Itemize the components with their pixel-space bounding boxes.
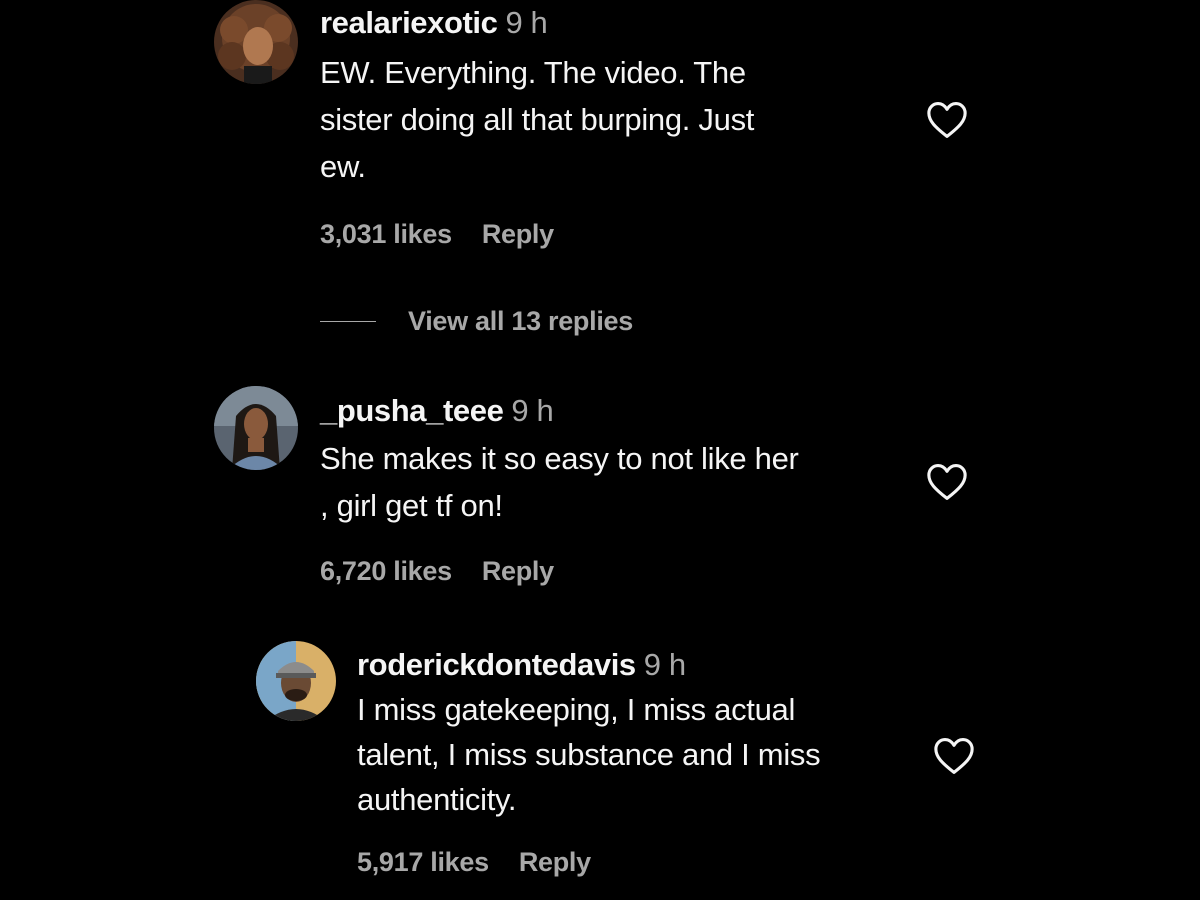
- timestamp: 9 h: [511, 393, 554, 428]
- comment-text-line: EW. Everything. The video. The: [320, 55, 746, 90]
- comment-text-line: I miss gatekeeping, I miss actual: [357, 692, 796, 727]
- comment-text-line: sister doing all that burping. Just: [320, 102, 755, 137]
- reply-button[interactable]: Reply: [482, 556, 554, 586]
- heart-outline-icon[interactable]: [926, 463, 968, 501]
- comment-text-line: authenticity.: [357, 782, 517, 817]
- like-count[interactable]: 5,917 likes: [357, 847, 489, 877]
- comment-text-line: , girl get tf on!: [320, 488, 503, 523]
- reply-button[interactable]: Reply: [519, 847, 591, 877]
- username[interactable]: roderickdontedavis: [357, 647, 636, 682]
- comment-text-line: She makes it so easy to not like her: [320, 441, 799, 476]
- avatar[interactable]: [214, 0, 298, 84]
- timestamp: 9 h: [505, 5, 548, 40]
- avatar-photo: [214, 386, 298, 470]
- avatar-photo: [214, 0, 298, 84]
- comment-meta: 5,917 likes Reply: [357, 846, 591, 878]
- comment-header: roderickdontedavis 9 h: [357, 647, 686, 683]
- comment-meta: 6,720 likes Reply: [320, 555, 554, 587]
- like-count[interactable]: 6,720 likes: [320, 556, 452, 586]
- heart-outline-icon[interactable]: [926, 101, 968, 139]
- comment-text: EW. Everything. The video. The sister do…: [320, 49, 754, 190]
- view-replies-button[interactable]: View all 13 replies: [320, 303, 633, 339]
- avatar-photo: [256, 641, 336, 721]
- avatar[interactable]: [256, 641, 336, 721]
- username[interactable]: _pusha_teee: [320, 393, 504, 428]
- view-replies-label[interactable]: View all 13 replies: [408, 306, 633, 337]
- avatar[interactable]: [214, 386, 298, 470]
- heart-outline-icon[interactable]: [933, 737, 975, 775]
- comment-text: I miss gatekeeping, I miss actual talent…: [357, 687, 821, 822]
- username[interactable]: realariexotic: [320, 5, 498, 40]
- divider-line: [320, 320, 376, 322]
- comment-header: _pusha_teee 9 h: [320, 393, 554, 429]
- comment-meta: 3,031 likes Reply: [320, 218, 554, 250]
- comment-header: realariexotic 9 h: [320, 5, 548, 41]
- comment-text-line: talent, I miss substance and I miss: [357, 737, 821, 772]
- reply-button[interactable]: Reply: [482, 219, 554, 249]
- like-count[interactable]: 3,031 likes: [320, 219, 452, 249]
- comment-text: She makes it so easy to not like her , g…: [320, 435, 799, 529]
- comment-text-line: ew.: [320, 149, 366, 184]
- timestamp: 9 h: [643, 647, 686, 682]
